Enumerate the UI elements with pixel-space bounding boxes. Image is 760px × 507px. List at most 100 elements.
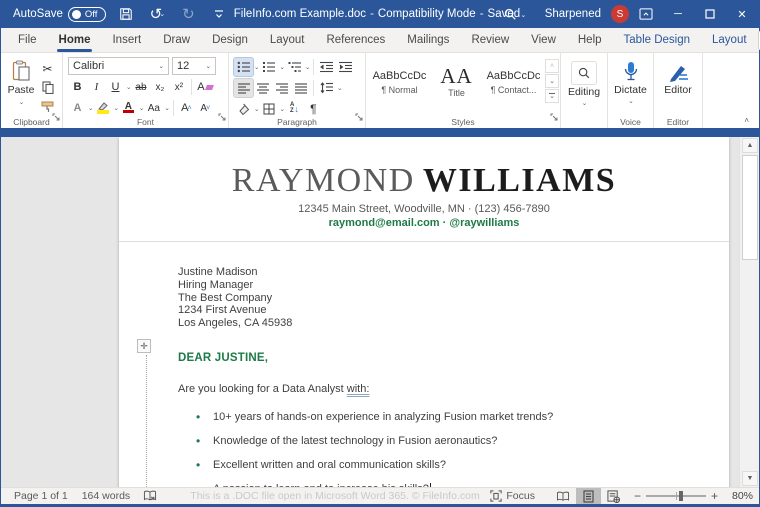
intro-line: Are you looking for a Data Analyst with:: [178, 383, 729, 395]
save-icon[interactable]: [115, 4, 137, 24]
underline-button[interactable]: U: [106, 78, 125, 96]
style-title[interactable]: AA Title: [428, 59, 485, 106]
tab-insert[interactable]: Insert: [101, 28, 152, 52]
scrollbar-thumb[interactable]: [742, 155, 758, 260]
tab-draw[interactable]: Draw: [152, 28, 201, 52]
multilevel-list-button[interactable]: [285, 58, 304, 76]
zoom-slider-thumb[interactable]: [679, 491, 683, 501]
italic-button[interactable]: I: [87, 78, 106, 96]
web-layout-button[interactable]: [601, 488, 626, 504]
font-color-bar: [123, 110, 134, 114]
undo-icon[interactable]: ↺ ⌄: [146, 4, 168, 24]
strikethrough-button[interactable]: ab: [131, 78, 150, 96]
bullet-item: Knowledge of the latest technology in Fu…: [178, 435, 729, 447]
editor-button[interactable]: Editor: [659, 57, 697, 115]
page-indicator[interactable]: Page 1 of 1: [7, 490, 75, 502]
minimize-button[interactable]: ─: [663, 0, 693, 28]
bold-button[interactable]: B: [68, 78, 87, 96]
zoom-in-button[interactable]: +: [711, 490, 718, 502]
shading-button[interactable]: [234, 100, 253, 118]
tab-table-design[interactable]: Table Design: [613, 28, 701, 52]
tab-references[interactable]: References: [315, 28, 396, 52]
maximize-button[interactable]: [695, 0, 725, 28]
tab-review[interactable]: Review: [460, 28, 520, 52]
letter-body[interactable]: Justine Madison Hiring Manager The Best …: [119, 242, 729, 487]
table-move-handle[interactable]: ✛: [137, 339, 151, 353]
align-right-button[interactable]: [272, 79, 291, 97]
font-name-select[interactable]: Calibri ⌄: [68, 57, 169, 75]
shrink-font-button[interactable]: A˅: [196, 99, 215, 117]
autosave-toggle[interactable]: AutoSave Off: [13, 7, 106, 22]
style-normal[interactable]: AaBbCcDc ¶ Normal: [371, 59, 428, 106]
bullets-button[interactable]: [234, 58, 253, 76]
sort-button[interactable]: A Z ↓: [285, 100, 304, 118]
collapse-ribbon-icon[interactable]: ˄: [744, 116, 749, 125]
print-layout-button[interactable]: [576, 488, 601, 504]
zoom-slider[interactable]: [646, 495, 706, 497]
justify-button[interactable]: [291, 79, 310, 97]
dictate-button[interactable]: Dictate ⌄: [613, 57, 648, 115]
align-left-button[interactable]: [234, 79, 253, 97]
zoom-out-button[interactable]: −: [634, 490, 641, 502]
close-button[interactable]: ✕: [727, 0, 757, 28]
focus-button[interactable]: Focus: [484, 490, 541, 502]
editing-button[interactable]: Editing ⌄: [566, 57, 602, 115]
styles-scroll-down-icon[interactable]: ⌄: [545, 74, 559, 88]
text-effects-button[interactable]: A: [68, 99, 87, 117]
avatar[interactable]: S: [611, 5, 629, 23]
multilevel-list-icon: [288, 61, 301, 73]
paragraph-dialog-launcher-icon[interactable]: [355, 108, 363, 126]
grow-font-button[interactable]: A˄: [177, 99, 196, 117]
document-page[interactable]: RAYMONDWILLIAMS 12345 Main Street, Woodv…: [119, 137, 729, 487]
tab-help[interactable]: Help: [567, 28, 613, 52]
copy-icon[interactable]: [38, 79, 57, 96]
tab-design[interactable]: Design: [201, 28, 259, 52]
read-mode-button[interactable]: [551, 488, 576, 504]
zoom-level[interactable]: 80%: [723, 490, 753, 502]
highlight-color-button[interactable]: [93, 99, 112, 117]
cut-icon[interactable]: ✂: [38, 60, 57, 77]
show-hide-pilcrow-button[interactable]: ¶: [304, 100, 323, 118]
bullet-item: 10+ years of hands-on experience in anal…: [178, 411, 729, 423]
undo-chevron-icon[interactable]: ⌄: [159, 10, 165, 18]
tab-mailings[interactable]: Mailings: [396, 28, 460, 52]
editing-group: Editing ⌄: [561, 53, 608, 128]
recipient-line: The Best Company: [178, 292, 729, 305]
scroll-down-icon[interactable]: ▼: [742, 471, 758, 486]
line-spacing-button[interactable]: [317, 79, 336, 97]
increase-indent-button[interactable]: [336, 58, 355, 76]
account-name[interactable]: Sharpened: [545, 8, 601, 20]
decrease-indent-button[interactable]: [317, 58, 336, 76]
clipboard-dialog-launcher-icon[interactable]: [52, 108, 60, 126]
tab-file[interactable]: File: [7, 28, 48, 52]
scroll-up-icon[interactable]: ▲: [742, 138, 758, 153]
ribbon-tabs: File Home Insert Draw Design Layout Refe…: [1, 28, 759, 53]
styles-dialog-launcher-icon[interactable]: [550, 108, 558, 126]
subscript-button[interactable]: x₂: [150, 78, 169, 96]
borders-button[interactable]: [259, 100, 278, 118]
font-color-button[interactable]: A: [119, 99, 138, 117]
search-icon[interactable]: [499, 4, 521, 24]
word-count[interactable]: 164 words: [75, 490, 137, 502]
align-center-button[interactable]: [253, 79, 272, 97]
font-dialog-launcher-icon[interactable]: [218, 108, 226, 126]
style-contact[interactable]: AaBbCcDc ¶ Contact...: [485, 59, 542, 106]
paste-button[interactable]: Paste ⌄: [6, 57, 36, 115]
styles-scroll-up-icon[interactable]: ˄: [545, 59, 559, 73]
proofing-errors-icon[interactable]: [137, 490, 163, 502]
change-case-button[interactable]: Aa: [144, 99, 163, 117]
tab-home[interactable]: Home: [48, 28, 102, 52]
superscript-button[interactable]: x²: [169, 78, 188, 96]
tab-layout[interactable]: Layout: [259, 28, 316, 52]
ribbon-display-options-icon[interactable]: [631, 0, 661, 28]
styles-more-icon[interactable]: ⌄: [545, 89, 559, 103]
document-contact-line: raymond@email.com · @raywilliams: [119, 217, 729, 229]
tab-view[interactable]: View: [520, 28, 567, 52]
font-size-select[interactable]: 12 ⌄: [172, 57, 216, 75]
tab-table-layout[interactable]: Layout: [701, 28, 758, 52]
quick-access-overflow-icon[interactable]: [208, 4, 230, 24]
editor-group: Editor Editor: [654, 53, 703, 128]
numbering-button[interactable]: [259, 58, 278, 76]
clear-formatting-button[interactable]: A: [195, 78, 214, 96]
vertical-scrollbar[interactable]: ▲ ▼: [739, 137, 759, 487]
